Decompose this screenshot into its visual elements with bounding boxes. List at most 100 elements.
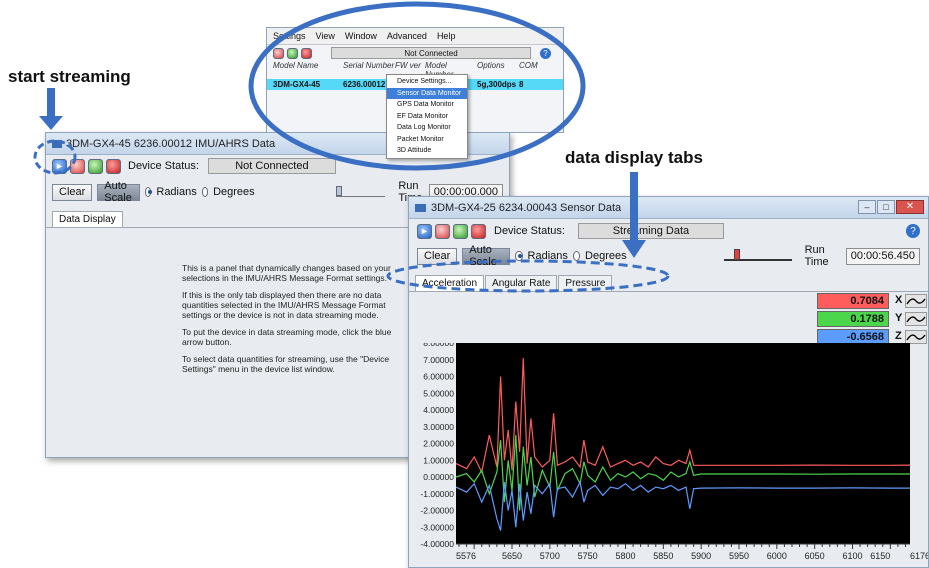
menu-item-gps-data-monitor[interactable]: GPS Data Monitor [387,99,467,111]
x-tick-label: 5850 [653,551,673,561]
device-resume-button[interactable] [287,47,298,59]
x-tick-label: 5576 [456,551,476,561]
sensor-start-button[interactable]: ► [417,223,432,239]
y-tick-label: 1.00000 [423,455,454,465]
tab-data-display[interactable]: Data Display [52,211,123,227]
y-axis: 8.00000 7.00000 6.00000 5.00000 4.00000 3.000… [420,343,454,549]
y-tick-label: 7.00000 [423,355,454,365]
sensor-pause-button[interactable] [435,223,450,239]
device-options: 5g,300dps [477,80,517,89]
sensor-radians-radio[interactable] [515,251,523,261]
menu-item-data-log-monitor[interactable]: Data Log Monitor [387,122,467,134]
y-tick-label: -3.00000 [420,522,454,532]
sensor-tabs: Acceleration Angular Rate Pressure [409,269,928,292]
auto-scale-button[interactable]: Auto Scale [97,180,141,204]
degrees-radio[interactable] [201,187,209,197]
sensor-stop-button[interactable] [471,223,486,239]
sensor-slider-thumb[interactable] [733,249,740,260]
sensor-degrees-label: Degrees [585,250,627,262]
window-controls: – □ ✕ [858,200,924,214]
x-tick-label: 5750 [578,551,598,561]
menu-advanced[interactable]: Advanced [387,31,427,41]
x-tick-label: 6150 [870,551,890,561]
sensor-auto-scale-button[interactable]: Auto Scale [462,244,511,268]
imu-window-icon [52,139,62,148]
device-model-name: 3DM-GX4-45 [273,80,321,89]
clear-button[interactable]: Clear [52,183,93,201]
resume-button[interactable] [88,158,103,174]
info-paragraph: To put the device in data streaming mode… [182,327,392,347]
close-button[interactable]: ✕ [896,200,924,214]
menu-item-sensor-data-monitor[interactable]: Sensor Data Monitor [387,87,467,99]
device-pause-button[interactable] [273,47,284,59]
sensor-resume-button[interactable] [453,223,468,239]
x-tick-label: 6000 [767,551,787,561]
x-tick-label: 5650 [502,551,522,561]
pause-button[interactable] [70,158,85,174]
x-tick-label: 6100 [842,551,862,561]
menu-help[interactable]: Help [437,31,456,41]
sensor-help-icon[interactable]: ? [906,224,920,238]
x-tick-label: 5900 [691,551,711,561]
sensor-run-time-label: Run Time [804,244,829,268]
x-axis: 5576 5650 5700 5750 5800 5850 5900 5950 6000 6050… [456,543,928,561]
y-tick-label: 8.00000 [423,343,454,348]
y-tick-label: 6.00000 [423,372,454,382]
menu-item-device-settings[interactable]: Device Settings... [387,76,467,88]
start-streaming-button[interactable]: ► [52,158,67,174]
stop-button[interactable] [106,158,121,174]
legend-x-value: 0.7084 [817,293,889,309]
device-status-field: Not Connected [207,158,336,174]
sensor-run-time-field: 00:00:56.450 [845,247,920,265]
device-context-menu: Device Settings... Sensor Data Monitor G… [386,74,468,159]
sensor-window-title: 3DM-GX4-25 6234.00043 Sensor Data [431,201,622,214]
radians-label: Radians [156,186,197,198]
start-streaming-arrow [39,88,63,130]
sensor-window-icon [415,203,426,212]
x-tick-label: 6050 [805,551,825,561]
menu-item-packet-monitor[interactable]: Packet Monitor [387,134,467,146]
y-tick-label: -4.00000 [420,539,454,549]
device-status-label: Device Status: [128,160,199,172]
tab-angular-rate[interactable]: Angular Rate [485,275,558,291]
imu-window-title: 3DM-GX4-45 6236.00012 IMU/AHRS Data [66,137,276,150]
device-list-toolbar: Not Connected ? [267,45,563,61]
menu-item-3d-attitude[interactable]: 3D Attitude [387,145,467,157]
menu-view[interactable]: View [316,31,335,41]
menu-settings[interactable]: Settings [273,31,306,41]
maximize-button[interactable]: □ [877,200,895,214]
device-stop-button[interactable] [301,47,312,59]
device-list-status: Not Connected [331,47,531,59]
sensor-window-titlebar[interactable]: 3DM-GX4-25 6234.00043 Sensor Data – □ ✕ [409,197,928,219]
y-tick-label: -1.00000 [420,489,454,499]
time-slider-thumb[interactable] [335,186,342,196]
radians-radio[interactable] [145,187,153,197]
sensor-degrees-radio[interactable] [572,251,581,261]
time-slider[interactable] [335,186,386,197]
sensor-toolbar: ► Device Status: Streaming Data ? [409,219,928,243]
sensor-time-slider[interactable] [723,249,792,261]
info-paragraph: This is a panel that dynamically changes… [182,263,391,283]
menu-bar: Settings View Window Advanced Help [267,28,563,45]
tab-pressure[interactable]: Pressure [558,275,613,291]
sensor-controls-row: Clear Auto Scale Radians Degrees Run Tim… [409,243,928,269]
imu-info-text: This is a panel that dynamically changes… [182,263,412,374]
y-tick-label: -2.00000 [420,506,454,516]
info-paragraph: To select data quantities for streaming,… [182,354,390,374]
y-tick-label: 2.00000 [423,439,454,449]
col-options: Options [477,61,505,70]
sensor-radians-label: Radians [527,250,568,262]
y-tick-label: 4.00000 [423,405,454,415]
legend-z-line-icon [905,330,927,344]
y-tick-label: 0.00000 [423,472,454,482]
x-tick-label: 5700 [540,551,560,561]
tab-acceleration[interactable]: Acceleration [415,275,485,291]
legend-x-label: X [895,294,903,306]
minimize-button[interactable]: – [858,200,876,214]
menu-item-ef-data-monitor[interactable]: EF Data Monitor [387,111,467,123]
legend-x-line-icon [905,294,927,308]
legend-z-label: Z [895,330,902,342]
sensor-clear-button[interactable]: Clear [417,247,458,265]
help-icon[interactable]: ? [540,47,551,59]
menu-window[interactable]: Window [345,31,377,41]
